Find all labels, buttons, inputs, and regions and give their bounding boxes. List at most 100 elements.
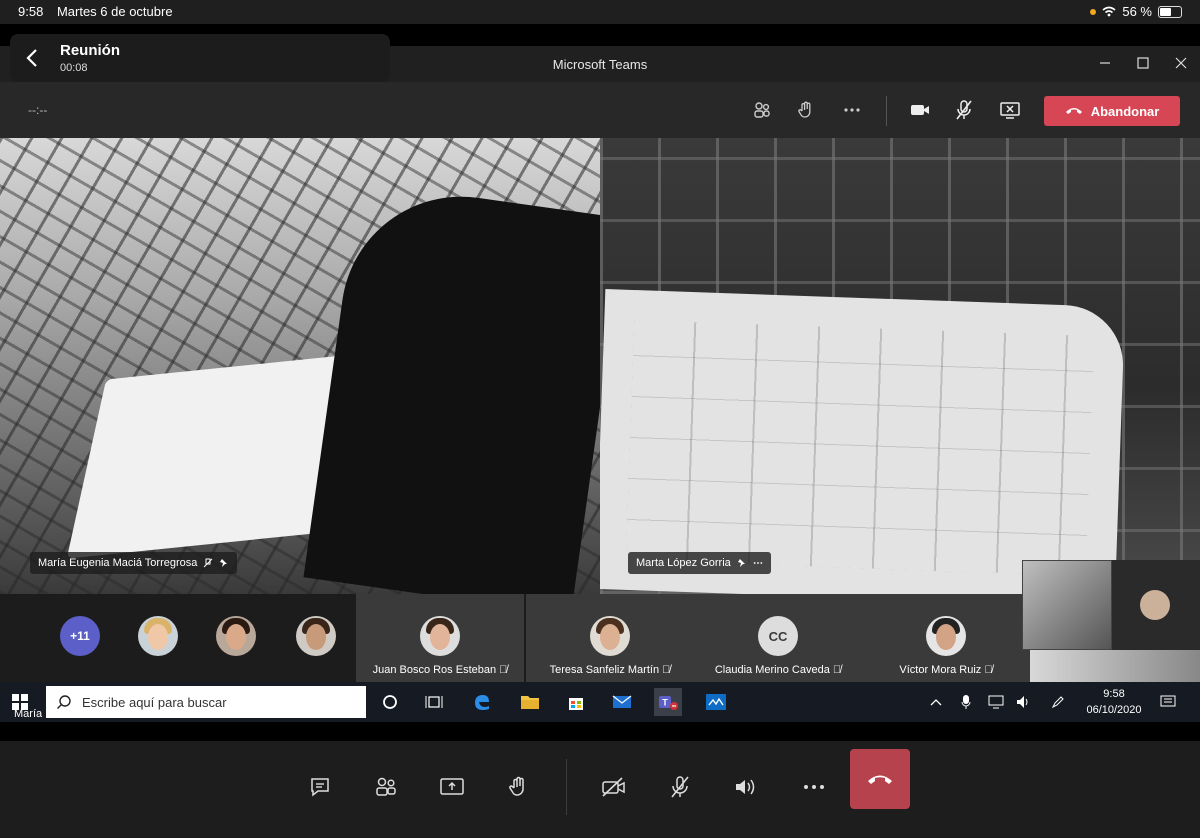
ipad-status-bar: 9:58 Martes 6 de octubre 56 % [0,0,1200,24]
pin-icon [737,559,745,567]
whiteboard-app[interactable] [702,688,730,716]
mic-off-icon [204,558,213,568]
mute-button[interactable] [952,98,976,122]
task-view-button[interactable] [420,688,448,716]
avatar: CC [758,616,798,656]
video-tile-maria-eugenia[interactable]: María Eugenia Maciá Torregrosa [0,138,600,594]
avatar [420,616,460,656]
share-screen-button[interactable] [998,98,1022,122]
camera-off-icon [602,777,625,797]
camera-icon [911,105,929,115]
windows-taskbar: María Escribe aquí para buscar T 9:58 06… [0,682,1200,722]
microphone-tray-icon[interactable] [958,694,974,710]
participants-button[interactable] [366,767,406,807]
teams-app[interactable]: T [654,688,682,716]
camera-button[interactable] [908,98,932,122]
battery-icon [1158,5,1182,18]
avatar [590,616,630,656]
speaker-button[interactable] [726,767,766,807]
chevron-up-icon[interactable] [928,694,944,710]
close-icon[interactable] [1172,54,1190,72]
minimize-icon[interactable] [1096,54,1114,72]
video-tile-marta-lopez[interactable]: Marta López Gorria [600,138,1200,594]
more-icon [844,108,860,112]
participant-name: Marta López Gorria [636,557,731,569]
clock-date: 06/10/2020 [1086,704,1142,716]
edge-app[interactable] [468,688,496,716]
file-explorer-app[interactable] [516,688,544,716]
video-content-blueprint [600,289,1126,594]
avatar[interactable] [216,616,256,656]
wifi-icon [1102,6,1116,17]
search-input[interactable]: Escribe aquí para buscar [46,686,366,718]
task-view-icon [425,696,443,708]
share-screen-icon [1000,102,1020,119]
participant-tile[interactable]: CC Claudia Merino Caveda 🎙̸ [694,594,862,682]
raise-hand-icon [798,101,811,118]
more-options-button[interactable] [840,98,864,122]
leave-label: Abandonar [1090,103,1160,119]
more-icon[interactable] [753,558,763,568]
avatar [926,616,966,656]
mic-off-icon [671,776,689,798]
avatar[interactable] [138,616,178,656]
notifications-icon[interactable] [1160,694,1176,710]
self-video-preview[interactable] [1022,560,1112,650]
video-name-tag: Marta López Gorria [628,552,771,574]
network-icon[interactable] [988,694,1004,710]
teams-icon: T [659,696,678,710]
taskbar-clock[interactable]: 9:58 06/10/2020 [1080,686,1148,718]
avatar[interactable] [296,616,336,656]
shared-video-thumbnail[interactable] [1030,650,1200,682]
mail-icon [612,695,632,708]
maximize-icon[interactable] [1134,54,1152,72]
participant-tile[interactable] [1112,560,1200,650]
participant-name: María Eugenia Maciá Torregrosa [38,557,198,569]
participant-tile[interactable]: Víctor Mora Ruiz 🎙̸ [862,594,1030,682]
pen-icon[interactable] [1050,694,1066,710]
participants-button[interactable] [750,98,774,122]
share-screen-icon [440,778,464,795]
more-icon [804,785,824,789]
meeting-title: Reunión [60,42,120,59]
status-date: Martes 6 de octubre [56,4,173,19]
more-options-button[interactable] [794,767,834,807]
participant-name: Víctor Mora Ruiz 🎙̸ [899,664,993,676]
raise-hand-button[interactable] [498,767,538,807]
user-name: María [14,708,43,720]
mute-button[interactable] [660,767,700,807]
participant-tile[interactable]: Teresa Sanfeliz Martín 🎙̸ [526,594,694,682]
store-icon [569,698,583,710]
chat-button[interactable] [300,767,340,807]
chat-icon [311,778,329,797]
speaker-icon [736,779,755,795]
end-call-button[interactable] [850,749,910,809]
store-app[interactable] [562,688,590,716]
battery-percent: 56 % [1122,4,1152,19]
camera-toggle-button[interactable] [594,767,634,807]
teams-meeting-toolbar: --:-- Abandonar [0,82,1200,138]
call-timer: --:-- [28,103,48,117]
participant-name: Claudia Merino Caveda 🎙̸ [714,664,842,676]
participants-icon [376,777,396,796]
chevron-left-icon[interactable] [22,46,44,70]
mic-in-use-indicator [1090,8,1097,15]
ipad-call-controls [0,741,1200,838]
leave-meeting-button[interactable]: Abandonar [1044,96,1180,126]
participant-tile[interactable]: Juan Bosco Ros Esteban 🎙̸ [356,594,524,682]
volume-icon[interactable] [1016,694,1032,710]
share-content-button[interactable] [432,767,472,807]
folder-icon [521,696,539,709]
participant-name: Teresa Sanfeliz Martín 🎙̸ [549,664,671,676]
controls-divider [566,759,567,815]
overflow-participants-button[interactable]: +11 [60,616,100,656]
participant-name: Juan Bosco Ros Esteban 🎙̸ [372,664,508,676]
mail-app[interactable] [608,688,636,716]
raise-hand-button[interactable] [794,98,818,122]
meeting-header: Reunión 00:08 [10,34,390,82]
search-icon [57,695,71,709]
avatar [1140,590,1170,620]
cortana-button[interactable] [376,688,404,716]
edge-icon [475,695,489,710]
mic-off-icon [956,100,972,120]
